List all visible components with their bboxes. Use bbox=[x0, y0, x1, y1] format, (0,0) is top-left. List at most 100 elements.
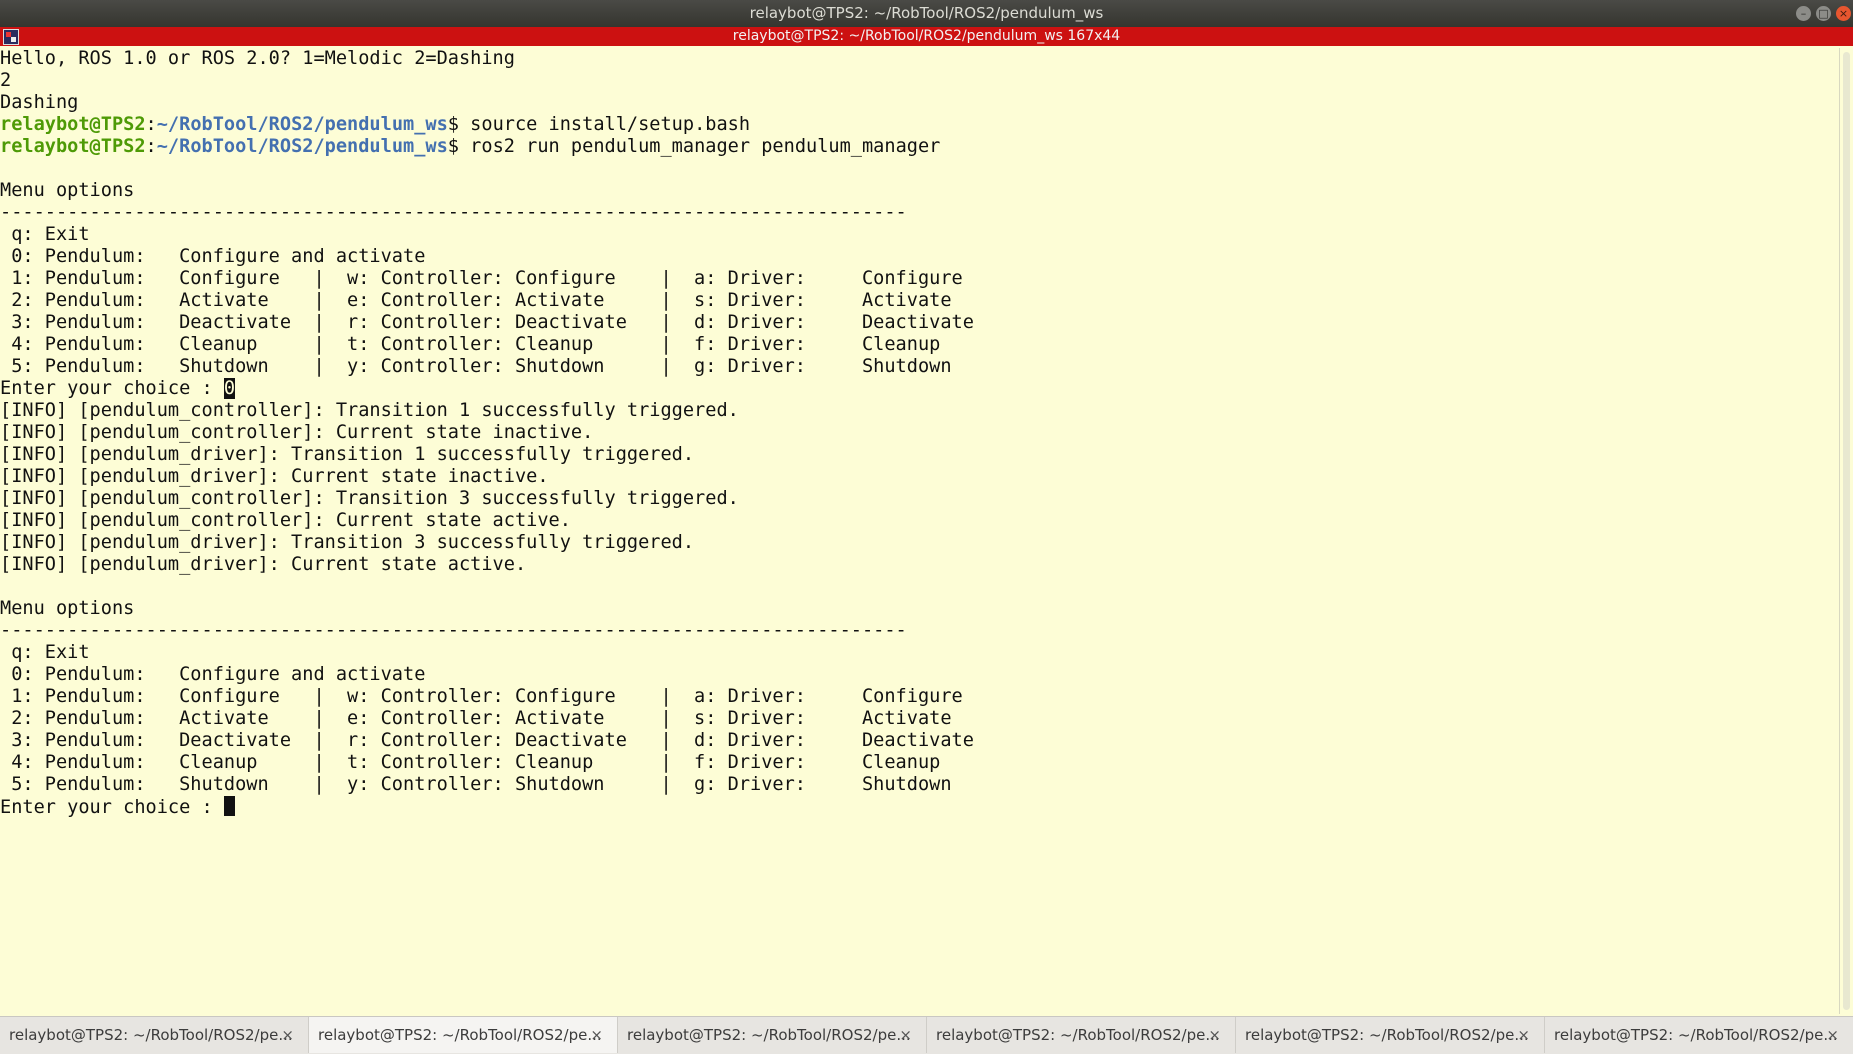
terminal-text: Menu options bbox=[0, 598, 135, 619]
terminal-subtitle: relaybot@TPS2: ~/RobTool/ROS2/pendulum_w… bbox=[732, 28, 1121, 44]
tab-4[interactable]: relaybot@TPS2: ~/RobTool/ROS2/pe... × bbox=[927, 1017, 1236, 1053]
terminal-text: 3: Pendulum: Deactivate | r: Controller:… bbox=[0, 312, 974, 333]
prompt-path: ~/RobTool/ROS2/pendulum_ws bbox=[156, 114, 448, 135]
terminal-text: 2: Pendulum: Activate | e: Controller: A… bbox=[0, 708, 952, 729]
tab-close-icon[interactable]: × bbox=[899, 1017, 912, 1053]
terminal-text: Dashing bbox=[0, 92, 79, 113]
terminal-header-bar: relaybot@TPS2: ~/RobTool/ROS2/pendulum_w… bbox=[0, 27, 1853, 46]
terminal-line: 4: Pendulum: Cleanup | t: Controller: Cl… bbox=[0, 752, 1840, 774]
terminal-line: 0: Pendulum: Configure and activate bbox=[0, 246, 1840, 268]
tab-close-icon[interactable]: × bbox=[1826, 1017, 1839, 1053]
terminal-line: Enter your choice : bbox=[0, 796, 1840, 818]
window-title: relaybot@TPS2: ~/RobTool/ROS2/pendulum_w… bbox=[749, 4, 1104, 22]
tab-6[interactable]: relaybot@TPS2: ~/RobTool/ROS2/pe... × bbox=[1545, 1017, 1853, 1053]
terminal-text: [INFO] [pendulum_driver]: Transition 3 s… bbox=[0, 532, 695, 553]
tab-close-icon[interactable]: × bbox=[1208, 1017, 1221, 1053]
terminal-line: 2: Pendulum: Activate | e: Controller: A… bbox=[0, 290, 1840, 312]
tab-bar: relaybot@TPS2: ~/RobTool/ROS2/pe... × rela… bbox=[0, 1016, 1853, 1054]
terminal-text: : bbox=[145, 136, 157, 157]
terminal-line: Hello, ROS 1.0 or ROS 2.0? 1=Melodic 2=D… bbox=[0, 48, 1840, 70]
terminal-text: ----------------------------------------… bbox=[0, 620, 907, 641]
tab-3[interactable]: relaybot@TPS2: ~/RobTool/ROS2/pe... × bbox=[618, 1017, 927, 1053]
terminal-text: 2 bbox=[0, 70, 12, 91]
maximize-icon[interactable]: □ bbox=[1816, 6, 1831, 21]
terminal-line: 3: Pendulum: Deactivate | r: Controller:… bbox=[0, 730, 1840, 752]
terminal-line: [INFO] [pendulum_controller]: Transition… bbox=[0, 400, 1840, 422]
terminal-line: Dashing bbox=[0, 92, 1840, 114]
window-titlebar[interactable]: relaybot@TPS2: ~/RobTool/ROS2/pendulum_w… bbox=[0, 0, 1853, 27]
terminal-line: 2: Pendulum: Activate | e: Controller: A… bbox=[0, 708, 1840, 730]
terminal-text: [INFO] [pendulum_controller]: Transition… bbox=[0, 400, 739, 421]
terminal-line: [INFO] [pendulum_controller]: Transition… bbox=[0, 488, 1840, 510]
terminal-text: [INFO] [pendulum_driver]: Transition 1 s… bbox=[0, 444, 695, 465]
terminal-line: 2 bbox=[0, 70, 1840, 92]
terminal-text: q: Exit bbox=[0, 642, 90, 663]
terminal-line: [INFO] [pendulum_driver]: Transition 3 s… bbox=[0, 532, 1840, 554]
terminal-line: 5: Pendulum: Shutdown | y: Controller: S… bbox=[0, 774, 1840, 796]
terminal-line: [INFO] [pendulum_driver]: Current state … bbox=[0, 466, 1840, 488]
terminal-line: Enter your choice : 0 bbox=[0, 378, 1840, 400]
terminal-scrollbar[interactable] bbox=[1839, 48, 1853, 1014]
terminal-text: [INFO] [pendulum_controller]: Transition… bbox=[0, 488, 739, 509]
terminal-line: [INFO] [pendulum_controller]: Current st… bbox=[0, 422, 1840, 444]
tab-label: relaybot@TPS2: ~/RobTool/ROS2/pe... bbox=[627, 1026, 911, 1044]
terminal-line: 1: Pendulum: Configure | w: Controller: … bbox=[0, 686, 1840, 708]
terminal-text: 5: Pendulum: Shutdown | y: Controller: S… bbox=[0, 774, 952, 795]
tab-label: relaybot@TPS2: ~/RobTool/ROS2/pe... bbox=[1245, 1026, 1529, 1044]
terminal-text: Hello, ROS 1.0 or ROS 2.0? 1=Melodic 2=D… bbox=[0, 48, 515, 69]
terminal-line: Menu options bbox=[0, 598, 1840, 620]
terminal-text: $ source install/setup.bash bbox=[447, 114, 751, 135]
prompt-path: ~/RobTool/ROS2/pendulum_ws bbox=[156, 136, 448, 157]
terminal-line: ----------------------------------------… bbox=[0, 620, 1840, 642]
terminal-text: [INFO] [pendulum_controller]: Current st… bbox=[0, 422, 594, 443]
terminal-text: Enter your choice : bbox=[0, 378, 224, 399]
tab-close-icon[interactable]: × bbox=[590, 1017, 603, 1053]
tab-1[interactable]: relaybot@TPS2: ~/RobTool/ROS2/pe... × bbox=[0, 1017, 309, 1053]
terminal-text: [INFO] [pendulum_driver]: Current state … bbox=[0, 466, 549, 487]
terminal-text: 0: Pendulum: Configure and activate bbox=[0, 664, 426, 685]
terminal-text: : bbox=[145, 114, 157, 135]
terminal-text: [INFO] [pendulum_controller]: Current st… bbox=[0, 510, 571, 531]
terminal-text: q: Exit bbox=[0, 224, 90, 245]
terminal-text: 4: Pendulum: Cleanup | t: Controller: Cl… bbox=[0, 334, 941, 355]
tab-label: relaybot@TPS2: ~/RobTool/ROS2/pe... bbox=[1554, 1026, 1838, 1044]
close-icon[interactable]: × bbox=[1836, 6, 1851, 21]
terminal-text: 2: Pendulum: Activate | e: Controller: A… bbox=[0, 290, 952, 311]
terminal-line: ----------------------------------------… bbox=[0, 202, 1840, 224]
terminal-line: relaybot@TPS2:~/RobTool/ROS2/pendulum_ws… bbox=[0, 136, 1840, 158]
terminal-line: [INFO] [pendulum_controller]: Current st… bbox=[0, 510, 1840, 532]
terminal-text: 1: Pendulum: Configure | w: Controller: … bbox=[0, 686, 963, 707]
scrollbar-thumb[interactable] bbox=[1843, 52, 1850, 1010]
tab-label: relaybot@TPS2: ~/RobTool/ROS2/pe... bbox=[318, 1026, 602, 1044]
terminal-text: 1: Pendulum: Configure | w: Controller: … bbox=[0, 268, 963, 289]
text-cursor[interactable] bbox=[223, 796, 235, 816]
terminal-line: 1: Pendulum: Configure | w: Controller: … bbox=[0, 268, 1840, 290]
tab-2[interactable]: relaybot@TPS2: ~/RobTool/ROS2/pe... × bbox=[309, 1017, 618, 1053]
terminal-line: q: Exit bbox=[0, 642, 1840, 664]
tab-5[interactable]: relaybot@TPS2: ~/RobTool/ROS2/pe... × bbox=[1236, 1017, 1545, 1053]
tab-label: relaybot@TPS2: ~/RobTool/ROS2/pe... bbox=[9, 1026, 293, 1044]
prompt-user: relaybot@TPS2 bbox=[0, 136, 146, 157]
terminal-menu-icon[interactable] bbox=[3, 29, 19, 45]
terminal-line: 0: Pendulum: Configure and activate bbox=[0, 664, 1840, 686]
typed-choice: 0 bbox=[223, 378, 236, 399]
terminal-text: 0: Pendulum: Configure and activate bbox=[0, 246, 426, 267]
terminal-text: $ ros2 run pendulum_manager pendulum_man… bbox=[447, 136, 941, 157]
terminal-text: 5: Pendulum: Shutdown | y: Controller: S… bbox=[0, 356, 952, 377]
terminal-text: [INFO] [pendulum_driver]: Current state … bbox=[0, 554, 527, 575]
terminal-line: q: Exit bbox=[0, 224, 1840, 246]
terminal-text: 3: Pendulum: Deactivate | r: Controller:… bbox=[0, 730, 974, 751]
tab-close-icon[interactable]: × bbox=[1517, 1017, 1530, 1053]
terminal-text: Enter your choice : bbox=[0, 797, 224, 818]
terminal-text: 4: Pendulum: Cleanup | t: Controller: Cl… bbox=[0, 752, 941, 773]
prompt-user: relaybot@TPS2 bbox=[0, 114, 146, 135]
minimize-icon[interactable]: – bbox=[1796, 6, 1811, 21]
terminal-text: ----------------------------------------… bbox=[0, 202, 907, 223]
tab-close-icon[interactable]: × bbox=[281, 1017, 294, 1053]
terminal-line: Menu options bbox=[0, 180, 1840, 202]
terminal-line: [INFO] [pendulum_driver]: Current state … bbox=[0, 554, 1840, 576]
terminal-text: Menu options bbox=[0, 180, 135, 201]
terminal-screen[interactable]: Hello, ROS 1.0 or ROS 2.0? 1=Melodic 2=D… bbox=[0, 48, 1840, 1014]
